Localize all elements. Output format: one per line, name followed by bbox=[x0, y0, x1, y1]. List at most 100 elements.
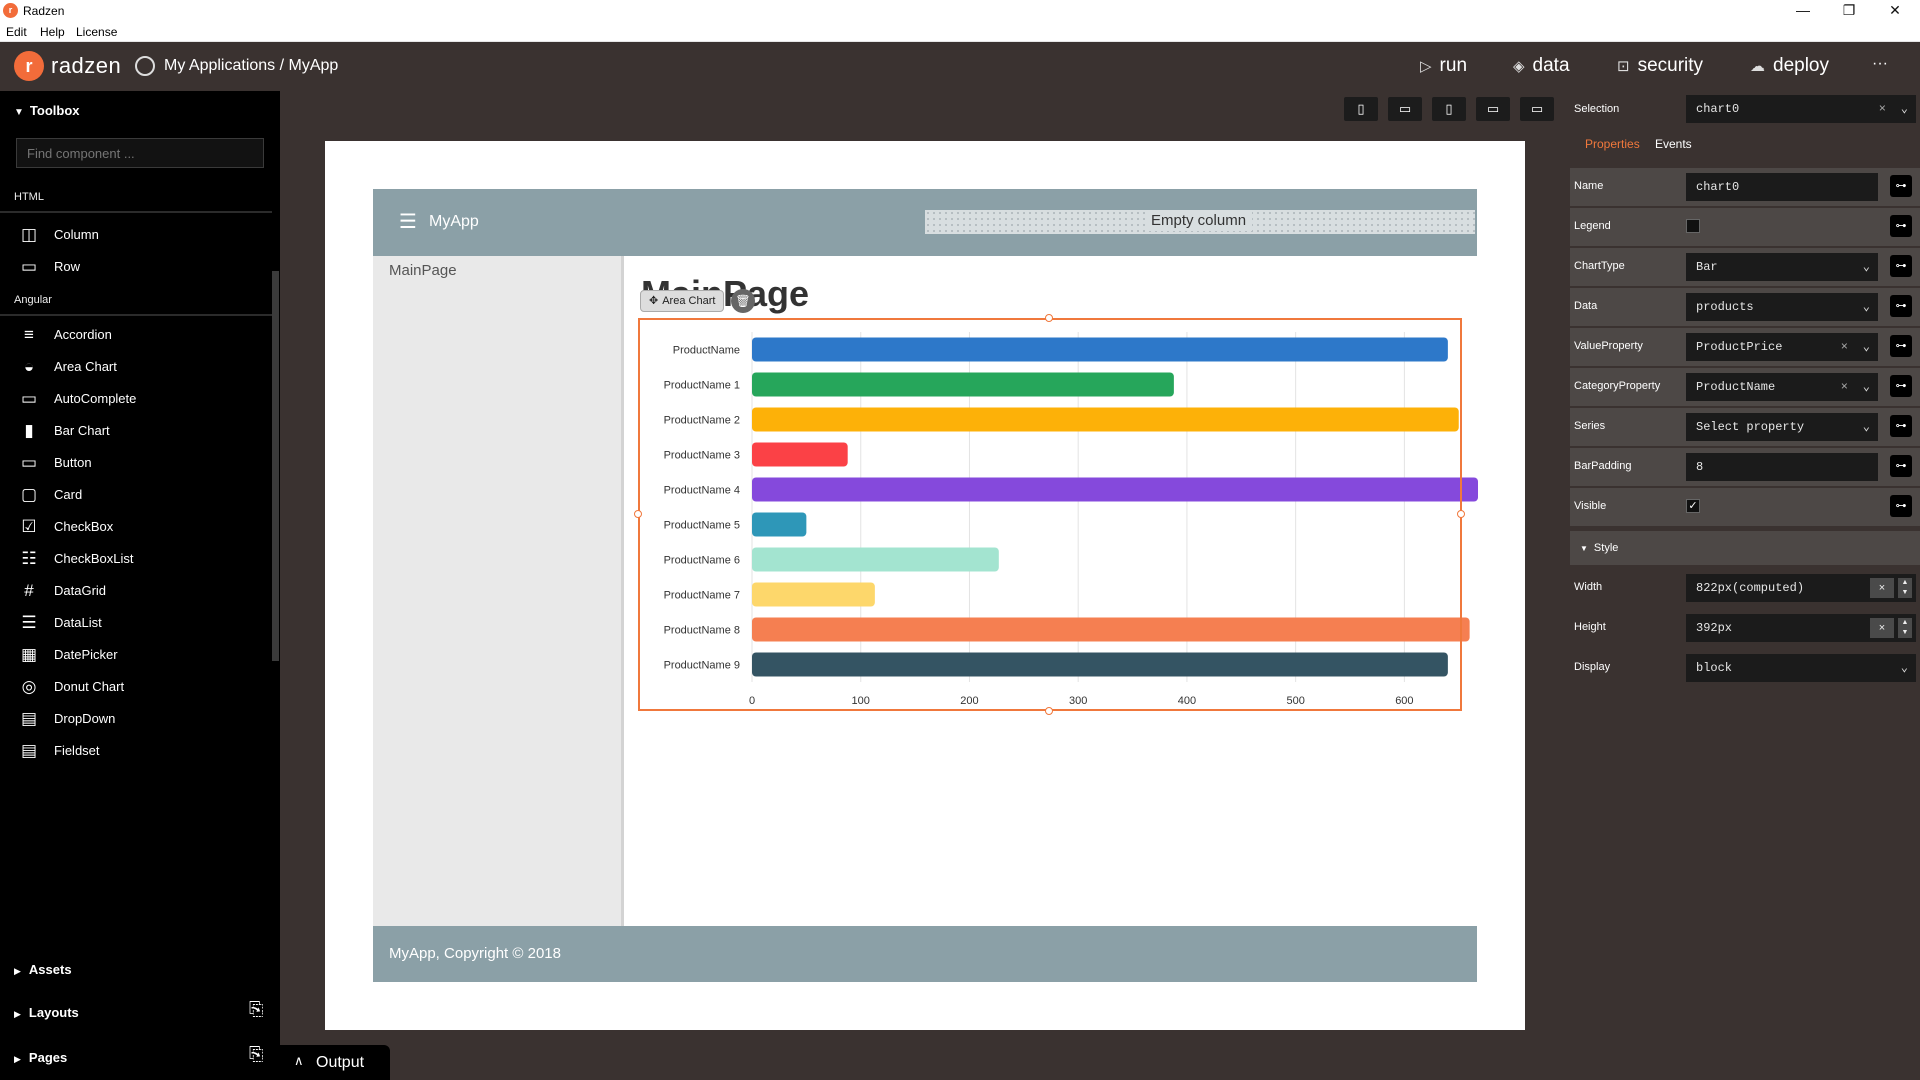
selection-dropdown[interactable]: chart0 × ⌄ bbox=[1686, 95, 1916, 123]
resize-handle-bottom[interactable] bbox=[1045, 707, 1053, 715]
data-field[interactable]: products ⌄ bbox=[1686, 293, 1878, 321]
empty-column-placeholder[interactable]: Empty column bbox=[925, 210, 1475, 234]
tablet-portrait-icon[interactable]: ▯ bbox=[1432, 97, 1466, 121]
clear-icon[interactable]: × bbox=[1870, 578, 1894, 598]
tool-column[interactable]: ◫ Column bbox=[0, 219, 272, 251]
data-binding-icon[interactable]: ⊶ bbox=[1890, 255, 1912, 277]
checkbox-icon: ☑ bbox=[21, 517, 37, 536]
clear-icon[interactable]: × bbox=[1841, 373, 1848, 401]
close-button[interactable]: ✕ bbox=[1872, 0, 1918, 22]
series-field[interactable]: Select property ⌄ bbox=[1686, 413, 1878, 441]
radzen-logo-icon[interactable]: r bbox=[14, 51, 44, 81]
barpadding-field[interactable]: 8 bbox=[1686, 453, 1878, 481]
stepper-icon[interactable]: ▲ ▼ bbox=[1898, 578, 1912, 598]
name-field[interactable]: chart0 bbox=[1686, 173, 1878, 201]
tool-datalist[interactable]: ☰ DataList bbox=[0, 607, 272, 639]
style-section-header[interactable]: ▼ Style bbox=[1570, 531, 1920, 565]
layouts-label: Layouts bbox=[28, 1005, 79, 1020]
add-layout-icon[interactable]: ⎘ bbox=[249, 999, 263, 1020]
tool-bar-chart[interactable]: ▮ Bar Chart bbox=[0, 415, 272, 447]
resize-handle-right[interactable] bbox=[1457, 510, 1465, 518]
tool-label: Card bbox=[54, 487, 83, 502]
data-binding-icon[interactable]: ⊶ bbox=[1890, 215, 1912, 237]
assets-section[interactable]: ▶ Assets bbox=[0, 950, 280, 990]
data-binding-icon[interactable]: ⊶ bbox=[1890, 175, 1912, 197]
run-button[interactable]: ▷ run bbox=[1420, 55, 1467, 77]
tool-row[interactable]: ▭ Row bbox=[0, 251, 272, 283]
tool-fieldset[interactable]: ▤ Fieldset bbox=[0, 735, 272, 767]
tool-datagrid[interactable]: # DataGrid bbox=[0, 575, 272, 607]
hamburger-menu-icon[interactable]: ☰ bbox=[399, 209, 417, 234]
component-chip[interactable]: ✥ Area Chart bbox=[640, 290, 725, 312]
resize-handle-left[interactable] bbox=[634, 510, 642, 518]
menu-edit[interactable]: Edit bbox=[6, 25, 27, 39]
resize-handle-top[interactable] bbox=[1045, 314, 1053, 322]
deploy-label: deploy bbox=[1773, 55, 1829, 76]
chevron-down-icon: ⌄ bbox=[1862, 260, 1870, 274]
tool-autocomplete[interactable]: ▭ AutoComplete bbox=[0, 383, 272, 415]
style-section-label: ▼ Style bbox=[1580, 542, 1618, 554]
stepper-icon[interactable]: ▲ ▼ bbox=[1898, 618, 1912, 638]
deploy-button[interactable]: ☁ deploy bbox=[1750, 55, 1829, 77]
tool-checkboxlist[interactable]: ☷ CheckBoxList bbox=[0, 543, 272, 575]
tool-accordion[interactable]: ≡ Accordion bbox=[0, 319, 272, 351]
charttype-field[interactable]: Bar ⌄ bbox=[1686, 253, 1878, 281]
desktop-icon[interactable]: ▭ bbox=[1520, 97, 1554, 121]
button-icon: ▭ bbox=[20, 453, 38, 472]
find-component-input[interactable] bbox=[16, 138, 264, 168]
minimize-button[interactable]: — bbox=[1780, 0, 1826, 22]
tablet-landscape-icon[interactable]: ▭ bbox=[1476, 97, 1510, 121]
data-binding-icon[interactable]: ⊶ bbox=[1890, 295, 1912, 317]
data-binding-icon[interactable]: ⊶ bbox=[1890, 415, 1912, 437]
tab-events[interactable]: Events bbox=[1655, 137, 1692, 151]
data-binding-icon[interactable]: ⊶ bbox=[1890, 455, 1912, 477]
categoryproperty-field[interactable]: ProductName × ⌄ bbox=[1686, 373, 1878, 401]
menu-license[interactable]: License bbox=[76, 25, 117, 39]
tool-area-chart[interactable]: ◒ Area Chart bbox=[0, 351, 272, 383]
autocomplete-icon: ▭ bbox=[20, 389, 38, 408]
tool-card[interactable]: ▢ Card bbox=[0, 479, 272, 511]
dashboard-icon bbox=[135, 56, 155, 76]
data-button[interactable]: ◈ data bbox=[1513, 55, 1570, 77]
valueproperty-field[interactable]: ProductPrice × ⌄ bbox=[1686, 333, 1878, 361]
menu-help[interactable]: Help bbox=[40, 25, 65, 39]
area-chart-icon: ◒ bbox=[23, 357, 35, 376]
display-dropdown[interactable]: block ⌄ bbox=[1686, 654, 1916, 682]
tool-button[interactable]: ▭ Button bbox=[0, 447, 272, 479]
tool-label: Area Chart bbox=[54, 359, 117, 374]
output-panel-tab[interactable]: ∧ Output bbox=[280, 1045, 390, 1080]
delete-icon[interactable]: 🗑 bbox=[731, 289, 755, 313]
visible-checkbox[interactable]: ✓ bbox=[1686, 499, 1700, 513]
data-binding-icon[interactable]: ⊶ bbox=[1890, 495, 1912, 517]
add-page-icon[interactable]: ⎘ bbox=[249, 1044, 263, 1065]
app-sidebar: MainPage bbox=[373, 256, 624, 926]
app-footer[interactable]: MyApp, Copyright © 2018 bbox=[373, 926, 1477, 982]
sidebar-item-mainpage[interactable]: MainPage bbox=[389, 262, 457, 279]
chevron-down-icon: ⌄ bbox=[1862, 420, 1870, 434]
clear-icon[interactable]: × bbox=[1841, 333, 1848, 361]
phone-portrait-icon[interactable]: ▯ bbox=[1344, 97, 1378, 121]
data-binding-icon[interactable]: ⊶ bbox=[1890, 375, 1912, 397]
clear-icon[interactable]: × bbox=[1879, 95, 1886, 123]
more-options-icon[interactable]: ··· bbox=[1872, 55, 1888, 73]
phone-landscape-icon[interactable]: ▭ bbox=[1388, 97, 1422, 121]
chevron-down-icon: ⌄ bbox=[1900, 102, 1908, 116]
pages-section[interactable]: ▶ Pages ⎘ bbox=[0, 1038, 280, 1078]
tool-donut-chart[interactable]: ◎ Donut Chart bbox=[0, 671, 272, 703]
breadcrumb[interactable]: My Applications / MyApp bbox=[164, 57, 338, 75]
maximize-button[interactable]: ❐ bbox=[1826, 0, 1872, 22]
tool-dropdown[interactable]: ▤ DropDown bbox=[0, 703, 272, 735]
tool-checkbox[interactable]: ☑ CheckBox bbox=[0, 511, 272, 543]
data-binding-icon[interactable]: ⊶ bbox=[1890, 335, 1912, 357]
pages-label: Pages bbox=[28, 1050, 68, 1065]
layouts-section[interactable]: ▶ Layouts ⎘ bbox=[0, 993, 280, 1033]
tool-datepicker[interactable]: ▦ DatePicker bbox=[0, 639, 272, 671]
clear-icon[interactable]: × bbox=[1870, 618, 1894, 638]
tool-label: AutoComplete bbox=[54, 391, 137, 406]
legend-checkbox[interactable] bbox=[1686, 219, 1700, 233]
toolbox-scrollbar[interactable] bbox=[272, 271, 279, 661]
divider bbox=[0, 314, 272, 316]
tab-properties[interactable]: Properties bbox=[1585, 137, 1640, 151]
toolbox-header[interactable]: ▼ Toolbox bbox=[14, 103, 80, 118]
security-button[interactable]: ⊡ security bbox=[1617, 55, 1703, 77]
